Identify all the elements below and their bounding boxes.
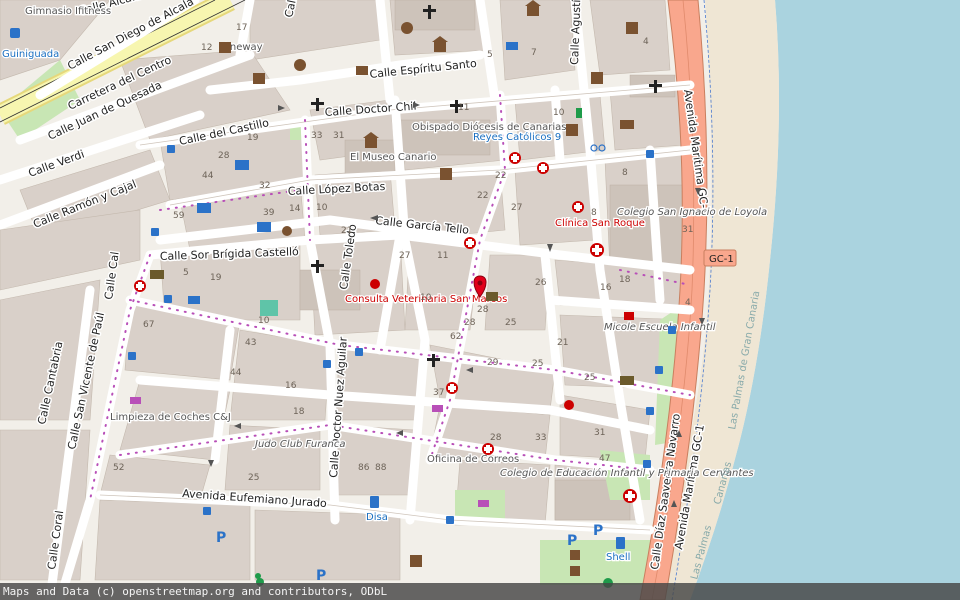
svg-text:4: 4	[685, 298, 691, 308]
svg-text:25: 25	[505, 318, 516, 328]
hospital-icon[interactable]	[590, 243, 604, 257]
poi-label-limpieza[interactable]: Limpieza de Coches C&J	[109, 411, 232, 425]
svg-text:62: 62	[450, 332, 461, 342]
hospital-icon[interactable]	[134, 280, 146, 292]
svg-text:28: 28	[464, 318, 476, 328]
poi-label-museo-canario[interactable]: El Museo Canario	[349, 151, 438, 165]
svg-text:47: 47	[599, 454, 610, 464]
hospital-icon[interactable]	[537, 162, 549, 174]
svg-text:10: 10	[258, 316, 270, 326]
svg-text:29: 29	[487, 358, 499, 368]
svg-text:25: 25	[584, 373, 595, 383]
road-shield-label: GC-1	[709, 254, 734, 265]
map-canvas[interactable]: Calle San Diego de Alcalá Carretera del …	[0, 0, 960, 600]
poi-label-correos[interactable]: Oficina de Correos	[426, 453, 521, 467]
hospital-icon[interactable]	[509, 152, 521, 164]
svg-text:10: 10	[420, 293, 432, 303]
svg-text:18: 18	[293, 407, 305, 417]
svg-text:8: 8	[591, 208, 597, 218]
street-label: Calle Agustín	[568, 0, 584, 65]
svg-text:22: 22	[477, 191, 488, 201]
poi-label-guiniguada[interactable]: Guiniguada	[1, 48, 61, 62]
map-attribution[interactable]: Maps and Data (c) openstreetmap.org and …	[0, 583, 960, 600]
svg-text:31: 31	[333, 131, 344, 141]
svg-text:18: 18	[619, 275, 631, 285]
hospital-icon[interactable]	[572, 201, 584, 213]
svg-text:14: 14	[289, 204, 301, 214]
svg-text:22: 22	[495, 171, 506, 181]
svg-text:28: 28	[490, 433, 502, 443]
svg-text:52: 52	[113, 463, 124, 473]
svg-text:43: 43	[245, 338, 256, 348]
hospital-icon[interactable]	[623, 489, 637, 503]
svg-text:11: 11	[437, 251, 448, 261]
svg-text:10: 10	[316, 203, 328, 213]
svg-text:88: 88	[375, 463, 387, 473]
svg-text:33: 33	[535, 433, 546, 443]
hospital-icon[interactable]	[482, 443, 494, 455]
justice-icon[interactable]	[620, 120, 634, 129]
svg-text:4: 4	[643, 37, 649, 47]
svg-text:28: 28	[218, 151, 230, 161]
svg-text:25: 25	[248, 473, 259, 483]
svg-text:44: 44	[230, 368, 242, 378]
svg-text:26: 26	[535, 278, 547, 288]
svg-text:44: 44	[202, 171, 214, 181]
svg-text:27: 27	[399, 251, 410, 261]
svg-text:19: 19	[247, 133, 259, 143]
poi-label-cervantes[interactable]: Colegio de Educación Infantil y Primaria…	[499, 466, 755, 481]
svg-text:10: 10	[553, 108, 565, 118]
poi-label-obispado[interactable]: Obispado Diócesis de Canarias	[411, 120, 568, 135]
svg-text:31: 31	[682, 225, 693, 235]
svg-text:21: 21	[557, 338, 568, 348]
svg-text:32: 32	[259, 181, 270, 191]
svg-text:16: 16	[600, 283, 612, 293]
poi-label-shell[interactable]: Shell	[605, 551, 632, 565]
svg-text:86: 86	[358, 463, 370, 473]
svg-text:39: 39	[263, 208, 275, 218]
svg-text:19: 19	[210, 273, 222, 283]
svg-text:5: 5	[183, 268, 189, 278]
road-shield-gc1: GC-1	[703, 249, 737, 267]
school-icon[interactable]	[624, 312, 634, 320]
poi-label-judo[interactable]: Judo Club Furanca	[252, 438, 347, 452]
hospital-icon[interactable]	[446, 382, 458, 394]
svg-text:31: 31	[594, 428, 605, 438]
svg-text:11: 11	[458, 103, 469, 113]
svg-text:12: 12	[201, 43, 212, 53]
svg-text:P: P	[216, 530, 226, 546]
svg-text:P: P	[593, 523, 603, 539]
poi-label-ifitness[interactable]: Gimnasio Ifitness	[24, 5, 113, 19]
svg-text:59: 59	[173, 211, 185, 221]
poi-label-micole[interactable]: Micole Escuela Infantil	[603, 321, 717, 335]
svg-text:25: 25	[532, 359, 543, 369]
svg-text:5: 5	[487, 50, 493, 60]
svg-text:7: 7	[531, 48, 537, 58]
svg-text:P: P	[567, 533, 577, 549]
poi-label-clinica-san-roque[interactable]: Clínica San Roque	[554, 216, 646, 231]
poi-label-disa[interactable]: Disa	[365, 511, 389, 525]
svg-text:27: 27	[511, 203, 522, 213]
svg-text:P: P	[316, 568, 326, 584]
svg-text:28: 28	[477, 305, 489, 315]
svg-text:21: 21	[341, 226, 352, 236]
hospital-icon[interactable]	[464, 237, 476, 249]
svg-text:67: 67	[143, 320, 154, 330]
svg-text:33: 33	[311, 131, 322, 141]
svg-text:16: 16	[285, 381, 297, 391]
svg-text:17: 17	[236, 23, 247, 33]
poi-label-colegio-loyola[interactable]: Colegio San Ignacio de Loyola	[616, 206, 769, 220]
svg-text:8: 8	[622, 168, 628, 178]
svg-text:37: 37	[433, 388, 444, 398]
